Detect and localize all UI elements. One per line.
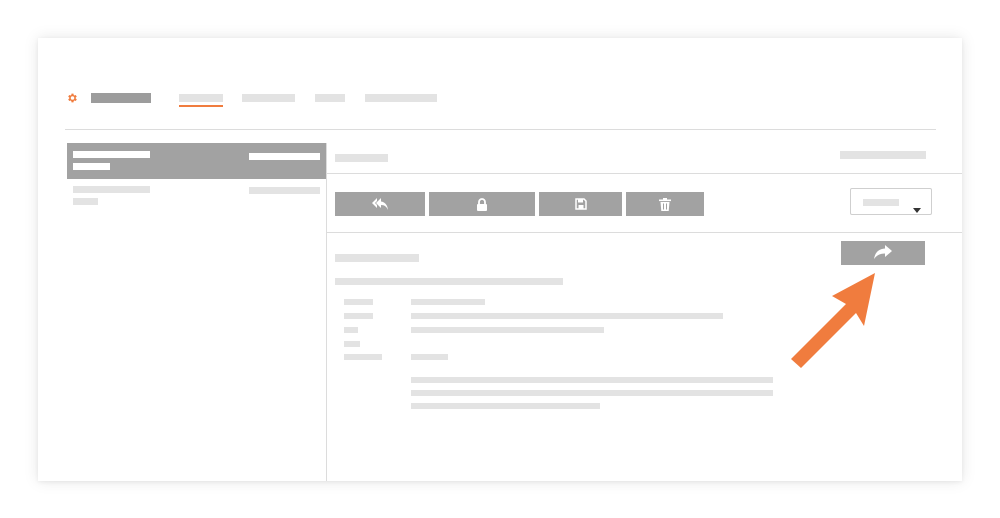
- callout-arrow: [791, 273, 875, 368]
- app-window: [38, 38, 962, 481]
